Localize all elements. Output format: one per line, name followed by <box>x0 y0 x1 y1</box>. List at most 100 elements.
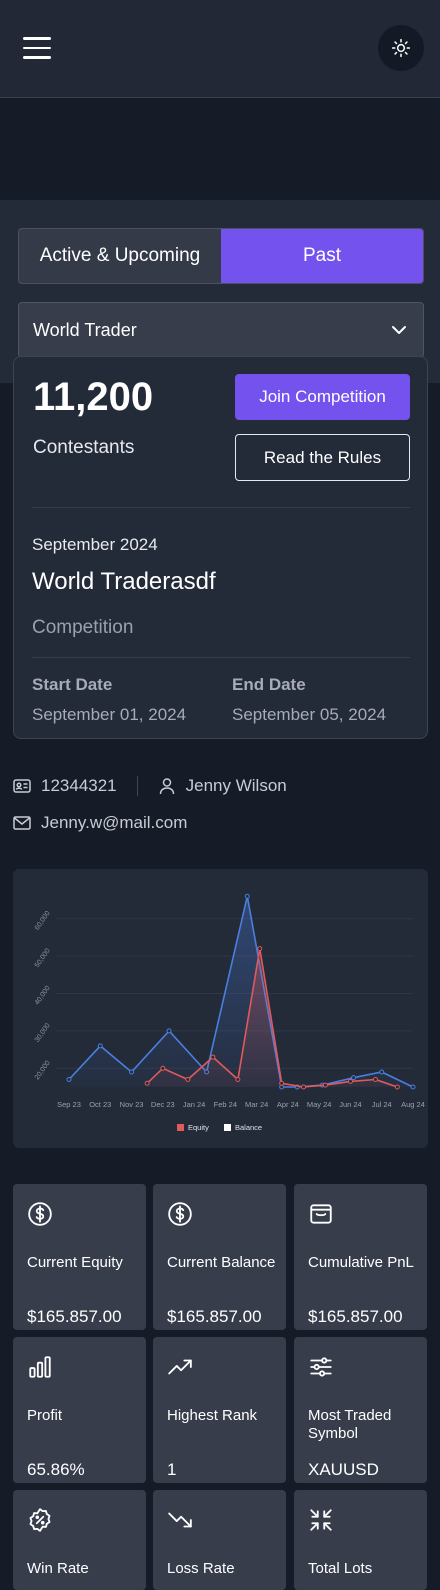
balance-point <box>166 1028 172 1034</box>
competition-select-value: World Trader <box>33 319 137 340</box>
legend-swatch <box>224 1124 231 1131</box>
competition-select[interactable]: World Trader <box>18 302 424 358</box>
competition-card: 11,200 Contestants Join Competition Read… <box>13 356 428 739</box>
x-tick-label: Sep 23 <box>57 1100 81 1109</box>
y-tick-label: 20,000 <box>34 1060 52 1082</box>
user-name: Jenny Wilson <box>185 776 287 795</box>
equity-point <box>279 1080 285 1086</box>
stat-value: $165.857.00 <box>167 1307 262 1326</box>
end-date-value: September 05, 2024 <box>232 705 387 724</box>
mail-icon <box>13 815 31 831</box>
separator <box>136 776 138 796</box>
stat-tile: Highest Rank 1 <box>153 1337 286 1483</box>
stat-tile: Loss Rate <box>153 1490 286 1590</box>
percent-badge-icon <box>27 1507 53 1538</box>
equity-point <box>235 1077 241 1083</box>
x-tick-label: Jun 24 <box>339 1100 362 1109</box>
stat-value: $165.857.00 <box>308 1307 403 1326</box>
user-id: 12344321 <box>41 776 117 795</box>
stat-tile: Cumulative PnL $165.857.00 <box>294 1184 427 1330</box>
user-email-row: Jenny.w@mail.com <box>13 813 187 833</box>
stat-tile: Profit 65.86% <box>13 1337 146 1483</box>
stat-label: Highest Rank <box>167 1407 258 1424</box>
equity-point <box>144 1080 150 1086</box>
user-email: Jenny.w@mail.com <box>41 813 188 832</box>
end-date-label: End Date <box>232 675 306 694</box>
x-tick-label: Jul 24 <box>372 1100 392 1109</box>
join-competition-button[interactable]: Join Competition <box>235 374 410 420</box>
stat-label: Total Lots <box>308 1560 373 1577</box>
equity-point <box>394 1084 400 1090</box>
equity-point <box>372 1077 378 1083</box>
start-date-value: September 01, 2024 <box>32 705 187 724</box>
divider <box>32 507 410 508</box>
collapse-icon <box>308 1507 334 1538</box>
trending-up-icon <box>167 1354 193 1385</box>
x-tick-label: Apr 24 <box>277 1100 299 1109</box>
stat-label: Most Traded Symbol <box>308 1407 392 1442</box>
x-tick-label: Mar 24 <box>245 1100 268 1109</box>
top-bar <box>0 0 440 98</box>
stat-tile: Win Rate <box>13 1490 146 1590</box>
user-icon <box>158 777 176 795</box>
hamburger-menu-icon[interactable] <box>23 37 51 59</box>
stat-label: Cumulative PnL <box>308 1254 414 1271</box>
x-tick-label: Dec 23 <box>151 1100 175 1109</box>
balance-point <box>410 1084 416 1090</box>
x-tick-label: Nov 23 <box>120 1100 144 1109</box>
x-tick-label: Aug 24 <box>401 1100 425 1109</box>
stat-value: XAUUSD <box>308 1460 379 1479</box>
competition-period: September 2024 <box>32 535 158 554</box>
competition-type: Competition <box>32 617 134 638</box>
equity-point <box>160 1065 166 1071</box>
equity-point <box>301 1084 307 1090</box>
theme-toggle-button[interactable] <box>378 25 424 71</box>
chevron-down-icon <box>392 326 406 334</box>
stat-value: 1 <box>167 1460 177 1479</box>
divider <box>32 657 410 658</box>
x-tick-label: Jan 24 <box>183 1100 206 1109</box>
stat-tile: Current Balance $165.857.00 <box>153 1184 286 1330</box>
equity-point <box>347 1078 353 1084</box>
x-tick-label: May 24 <box>307 1100 332 1109</box>
balance-point <box>351 1075 357 1081</box>
dollar-circle-icon <box>27 1201 53 1232</box>
stat-label: Current Balance <box>167 1254 276 1271</box>
id-card-icon <box>13 778 31 794</box>
stat-label: Current Equity <box>27 1254 123 1271</box>
y-tick-label: 60,000 <box>34 910 52 932</box>
stat-value: $165.857.00 <box>27 1307 122 1326</box>
equity-point <box>210 1054 216 1060</box>
balance-point <box>97 1043 103 1049</box>
stat-tile: Total Lots <box>294 1490 427 1590</box>
sun-icon <box>391 38 411 58</box>
stat-label: Loss Rate <box>167 1560 235 1577</box>
read-rules-button[interactable]: Read the Rules <box>235 434 410 481</box>
sliders-icon <box>308 1354 334 1385</box>
balance-point <box>379 1069 385 1075</box>
tab-active-upcoming[interactable]: Active & Upcoming <box>19 229 221 283</box>
y-tick-label: 50,000 <box>34 947 52 969</box>
start-date-label: Start Date <box>32 675 113 694</box>
legend-label: Balance <box>235 1123 262 1132</box>
stat-value: 65.86% <box>27 1460 85 1479</box>
equity-point <box>322 1082 328 1088</box>
legend-label: Equity <box>188 1123 209 1132</box>
wallet-icon <box>308 1201 334 1232</box>
balance-point <box>129 1069 135 1075</box>
balance-point <box>244 893 250 899</box>
dollar-circle-icon <box>167 1201 193 1232</box>
x-tick-label: Oct 23 <box>89 1100 111 1109</box>
tab-past[interactable]: Past <box>221 229 423 283</box>
chart-svg: 20,000 30,000 40,000 50,000 60,000 Sep 23 Oct … <box>34 893 425 1132</box>
competition-tabs: Active & Upcoming Past <box>18 228 424 284</box>
stat-tile: Most Traded Symbol XAUUSD <box>294 1337 427 1483</box>
user-info-row: 12344321 Jenny Wilson <box>13 776 287 796</box>
x-tick-label: Feb 24 <box>214 1100 237 1109</box>
bar-chart-icon <box>27 1354 53 1385</box>
stat-label: Win Rate <box>27 1560 89 1577</box>
equity-point <box>185 1077 191 1083</box>
equity-point <box>257 946 263 952</box>
balance-point <box>66 1077 72 1083</box>
contestants-count: 11,200 <box>33 375 154 419</box>
